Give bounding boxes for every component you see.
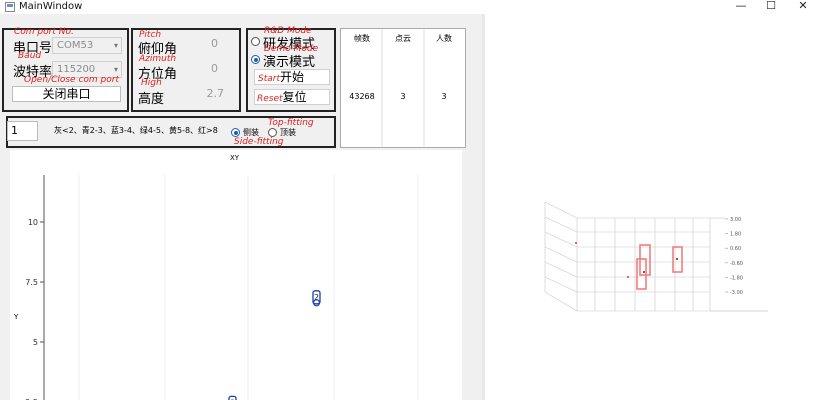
reset-button[interactable]: Reset复位	[254, 89, 330, 105]
pitch-value: 0	[211, 37, 218, 50]
target-marker: 3	[228, 395, 237, 400]
side-fitting-caption: Side-fitting	[234, 137, 284, 147]
point-marker	[627, 276, 629, 278]
start-button[interactable]: Start开始	[254, 69, 330, 85]
side-fitting-radio[interactable]	[231, 128, 240, 137]
demo-mode-radio[interactable]	[251, 55, 260, 64]
port-value: COM53	[57, 40, 94, 51]
demo-mode-label[interactable]: 演示模式	[263, 51, 315, 70]
table-cell: 3	[400, 92, 406, 101]
open-close-caption: Open/Close com port	[24, 75, 119, 85]
start-caption: Start	[258, 74, 280, 84]
point-marker	[643, 271, 645, 273]
y-tick-label: 5	[33, 338, 38, 347]
chevron-down-icon: ▾	[113, 41, 118, 50]
reset-label: 复位	[282, 90, 307, 104]
table-cell: 43268	[349, 92, 375, 101]
close-button[interactable]: ✕	[786, 0, 819, 13]
high-label: 高度	[138, 92, 165, 107]
table-cell: 3	[441, 92, 447, 101]
top-fitting-radio[interactable]	[268, 128, 277, 137]
svg-text:2: 2	[314, 293, 319, 302]
xy-plot: 107.552.5 23	[25, 175, 419, 400]
view-3d: 3.00 1.80 0.60 -0.60 -1.80 -3.00	[544, 201, 768, 312]
high-value: 2.7	[206, 87, 225, 100]
title-bar	[0, 0, 819, 14]
z-tick-label: -0.60	[730, 261, 743, 267]
maximize-button[interactable]: ☐	[754, 0, 788, 13]
window-title: MainWindow	[19, 1, 83, 12]
port-select[interactable]: COM53 ▾	[52, 37, 122, 54]
close-port-button[interactable]: 关闭串口	[12, 86, 121, 102]
table-header: 帧数	[354, 34, 370, 43]
point-marker	[575, 242, 577, 244]
point-size-input[interactable]: 1	[7, 121, 38, 141]
azimuth-value: 0	[211, 62, 218, 75]
z-tick-label: 0.60	[730, 246, 741, 252]
start-label: 开始	[280, 70, 305, 84]
color-legend-text: 灰<2、青2-3、蓝3-4、绿4-5、黄5-8、红>8	[54, 126, 218, 135]
table-header: 点云	[395, 34, 411, 43]
high-caption: High	[141, 78, 162, 88]
y-tick-label: 10	[28, 218, 38, 227]
z-tick-label: -1.80	[730, 275, 743, 281]
z-tick-label: 1.80	[730, 232, 741, 238]
rd-mode-radio[interactable]	[251, 37, 260, 46]
z-tick-label: 3.00	[730, 217, 741, 223]
reset-caption: Reset	[257, 94, 283, 104]
z-tick-label: -3.00	[730, 290, 743, 296]
table-gridlines	[381, 29, 425, 147]
y-tick-label: 7.5	[25, 278, 38, 287]
baud-value: 115200	[57, 64, 96, 75]
table-header: 人数	[436, 34, 452, 43]
stats-table: 帧数 点云 人数 43268 3 3	[340, 28, 466, 148]
minimize-button[interactable]: —	[724, 0, 758, 13]
app-icon	[5, 2, 15, 12]
com-port-caption: Com port No.	[14, 27, 74, 37]
target-marker: 2	[312, 290, 321, 307]
point-marker	[676, 258, 678, 260]
baud-caption: Baud	[18, 51, 42, 61]
